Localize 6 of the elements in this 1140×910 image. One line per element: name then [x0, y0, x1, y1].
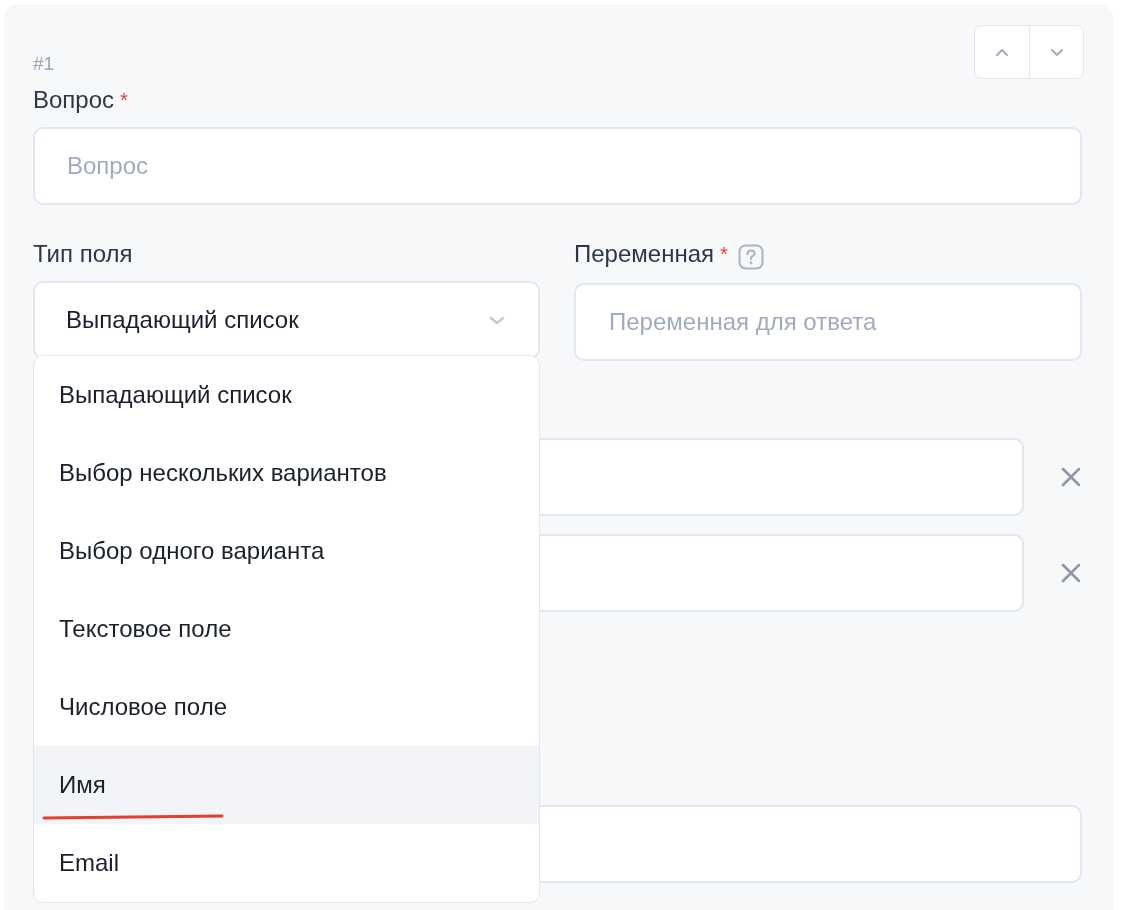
field-label: Переменная [574, 239, 714, 269]
required-mark: * [120, 88, 128, 113]
question-number: #1 [33, 53, 55, 75]
field-label: Вопрос [33, 85, 115, 115]
field-label: Тип поля [33, 239, 133, 269]
required-mark: * [720, 242, 728, 267]
